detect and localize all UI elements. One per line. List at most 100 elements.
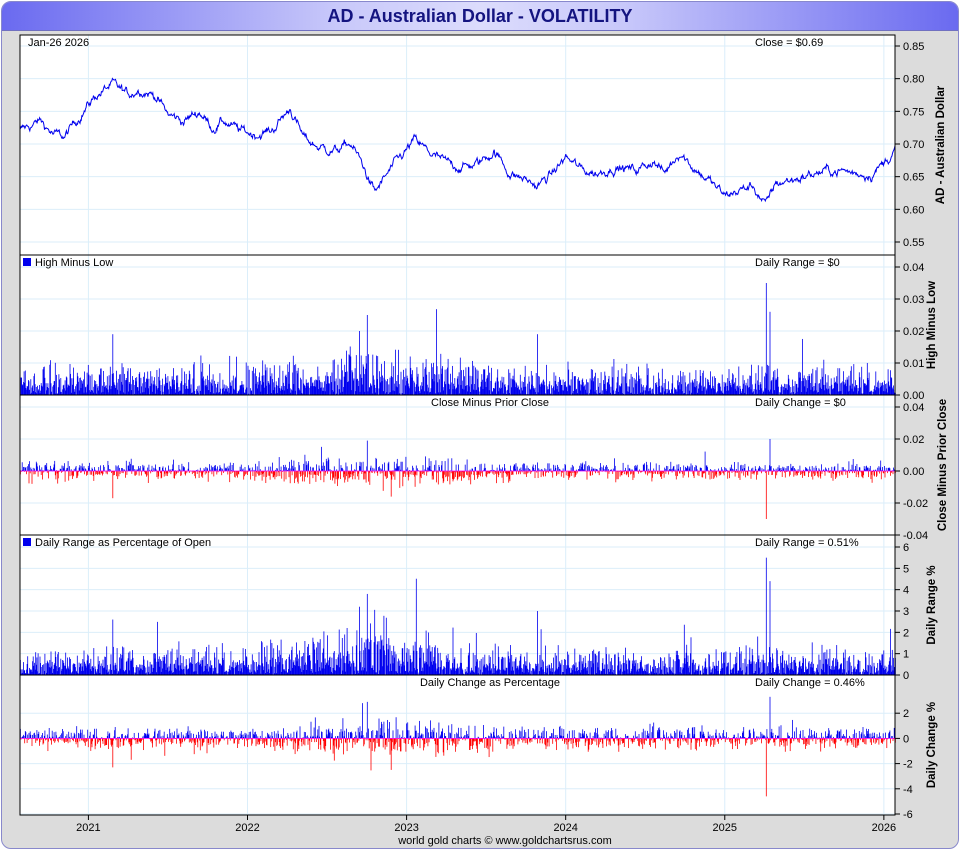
bar <box>665 471 667 474</box>
bar <box>131 471 133 474</box>
bar <box>89 731 91 739</box>
bar <box>358 471 360 480</box>
y-axis-label: AD - Australian Dollar <box>935 85 947 204</box>
bar <box>587 466 588 471</box>
bar <box>404 642 406 675</box>
bar <box>709 471 711 480</box>
bar <box>325 729 327 739</box>
bar <box>176 728 178 739</box>
bar <box>346 728 347 739</box>
bar <box>355 735 357 739</box>
bar <box>859 467 861 471</box>
bar <box>851 464 853 471</box>
bar <box>592 471 593 476</box>
bar <box>317 641 319 675</box>
bar <box>46 463 48 471</box>
bar <box>122 733 123 739</box>
bar <box>70 732 72 739</box>
bar <box>783 467 785 471</box>
bar <box>294 471 295 484</box>
bar <box>89 462 90 471</box>
bar <box>544 468 546 471</box>
bar <box>727 471 729 479</box>
bar <box>313 467 314 471</box>
bar <box>622 376 624 395</box>
bar <box>616 471 618 480</box>
y-tick-label: 0.04 <box>903 402 924 414</box>
bar <box>94 467 95 471</box>
bar <box>690 463 692 471</box>
bar <box>789 670 790 675</box>
bar <box>63 384 65 395</box>
y-tick-label: 0.01 <box>903 358 924 370</box>
bar <box>223 387 224 395</box>
bar <box>374 636 376 675</box>
bar <box>333 738 335 761</box>
bar <box>221 471 223 476</box>
bar <box>192 649 194 675</box>
bar <box>258 471 259 476</box>
bar <box>178 641 180 675</box>
bar <box>42 665 43 675</box>
bar <box>819 659 821 675</box>
bar <box>232 732 234 739</box>
bar <box>270 738 272 742</box>
bar <box>403 369 404 395</box>
bar <box>612 471 614 474</box>
bar <box>30 734 32 739</box>
bar <box>351 370 353 395</box>
bar <box>849 662 851 675</box>
bar <box>423 391 425 395</box>
bar <box>356 379 358 395</box>
bar <box>362 384 363 395</box>
legend-swatch <box>23 258 31 266</box>
bar <box>247 365 249 395</box>
bar <box>73 732 75 739</box>
bar <box>249 467 251 471</box>
bar <box>622 462 624 471</box>
bar <box>841 467 843 471</box>
bar <box>117 378 119 395</box>
bar <box>184 666 186 675</box>
bar <box>108 738 109 750</box>
bar <box>621 368 623 395</box>
bar <box>180 738 182 747</box>
bar <box>171 648 173 675</box>
bar <box>73 663 75 675</box>
bar <box>84 661 85 675</box>
panel-title: Close Minus Prior Close <box>431 397 549 409</box>
bar <box>250 471 251 480</box>
bar <box>132 376 133 395</box>
bar <box>541 384 543 395</box>
bar <box>516 668 517 675</box>
bar <box>855 471 857 478</box>
bar <box>360 462 362 471</box>
bar <box>478 471 480 475</box>
bar <box>342 718 344 739</box>
bar <box>437 471 439 485</box>
bar <box>869 465 871 471</box>
volatility-chart: 0.850.800.750.700.650.600.55AD - Austral… <box>19 34 955 847</box>
bar <box>109 732 111 739</box>
bar <box>552 388 554 395</box>
bar <box>295 471 297 479</box>
bar <box>269 735 271 739</box>
bar <box>212 668 214 675</box>
bar <box>564 659 565 675</box>
bar <box>712 668 713 675</box>
bar <box>742 465 744 471</box>
bar <box>251 370 253 395</box>
bar <box>135 471 136 476</box>
bar <box>398 658 399 675</box>
bar <box>678 464 680 471</box>
bar <box>190 733 192 739</box>
bar <box>547 389 549 395</box>
bar <box>629 660 631 675</box>
bar <box>812 368 814 395</box>
bar <box>331 657 333 675</box>
bar <box>809 663 811 675</box>
bar <box>187 669 188 675</box>
bar <box>880 460 882 471</box>
bar <box>116 466 118 471</box>
bar <box>809 382 811 395</box>
